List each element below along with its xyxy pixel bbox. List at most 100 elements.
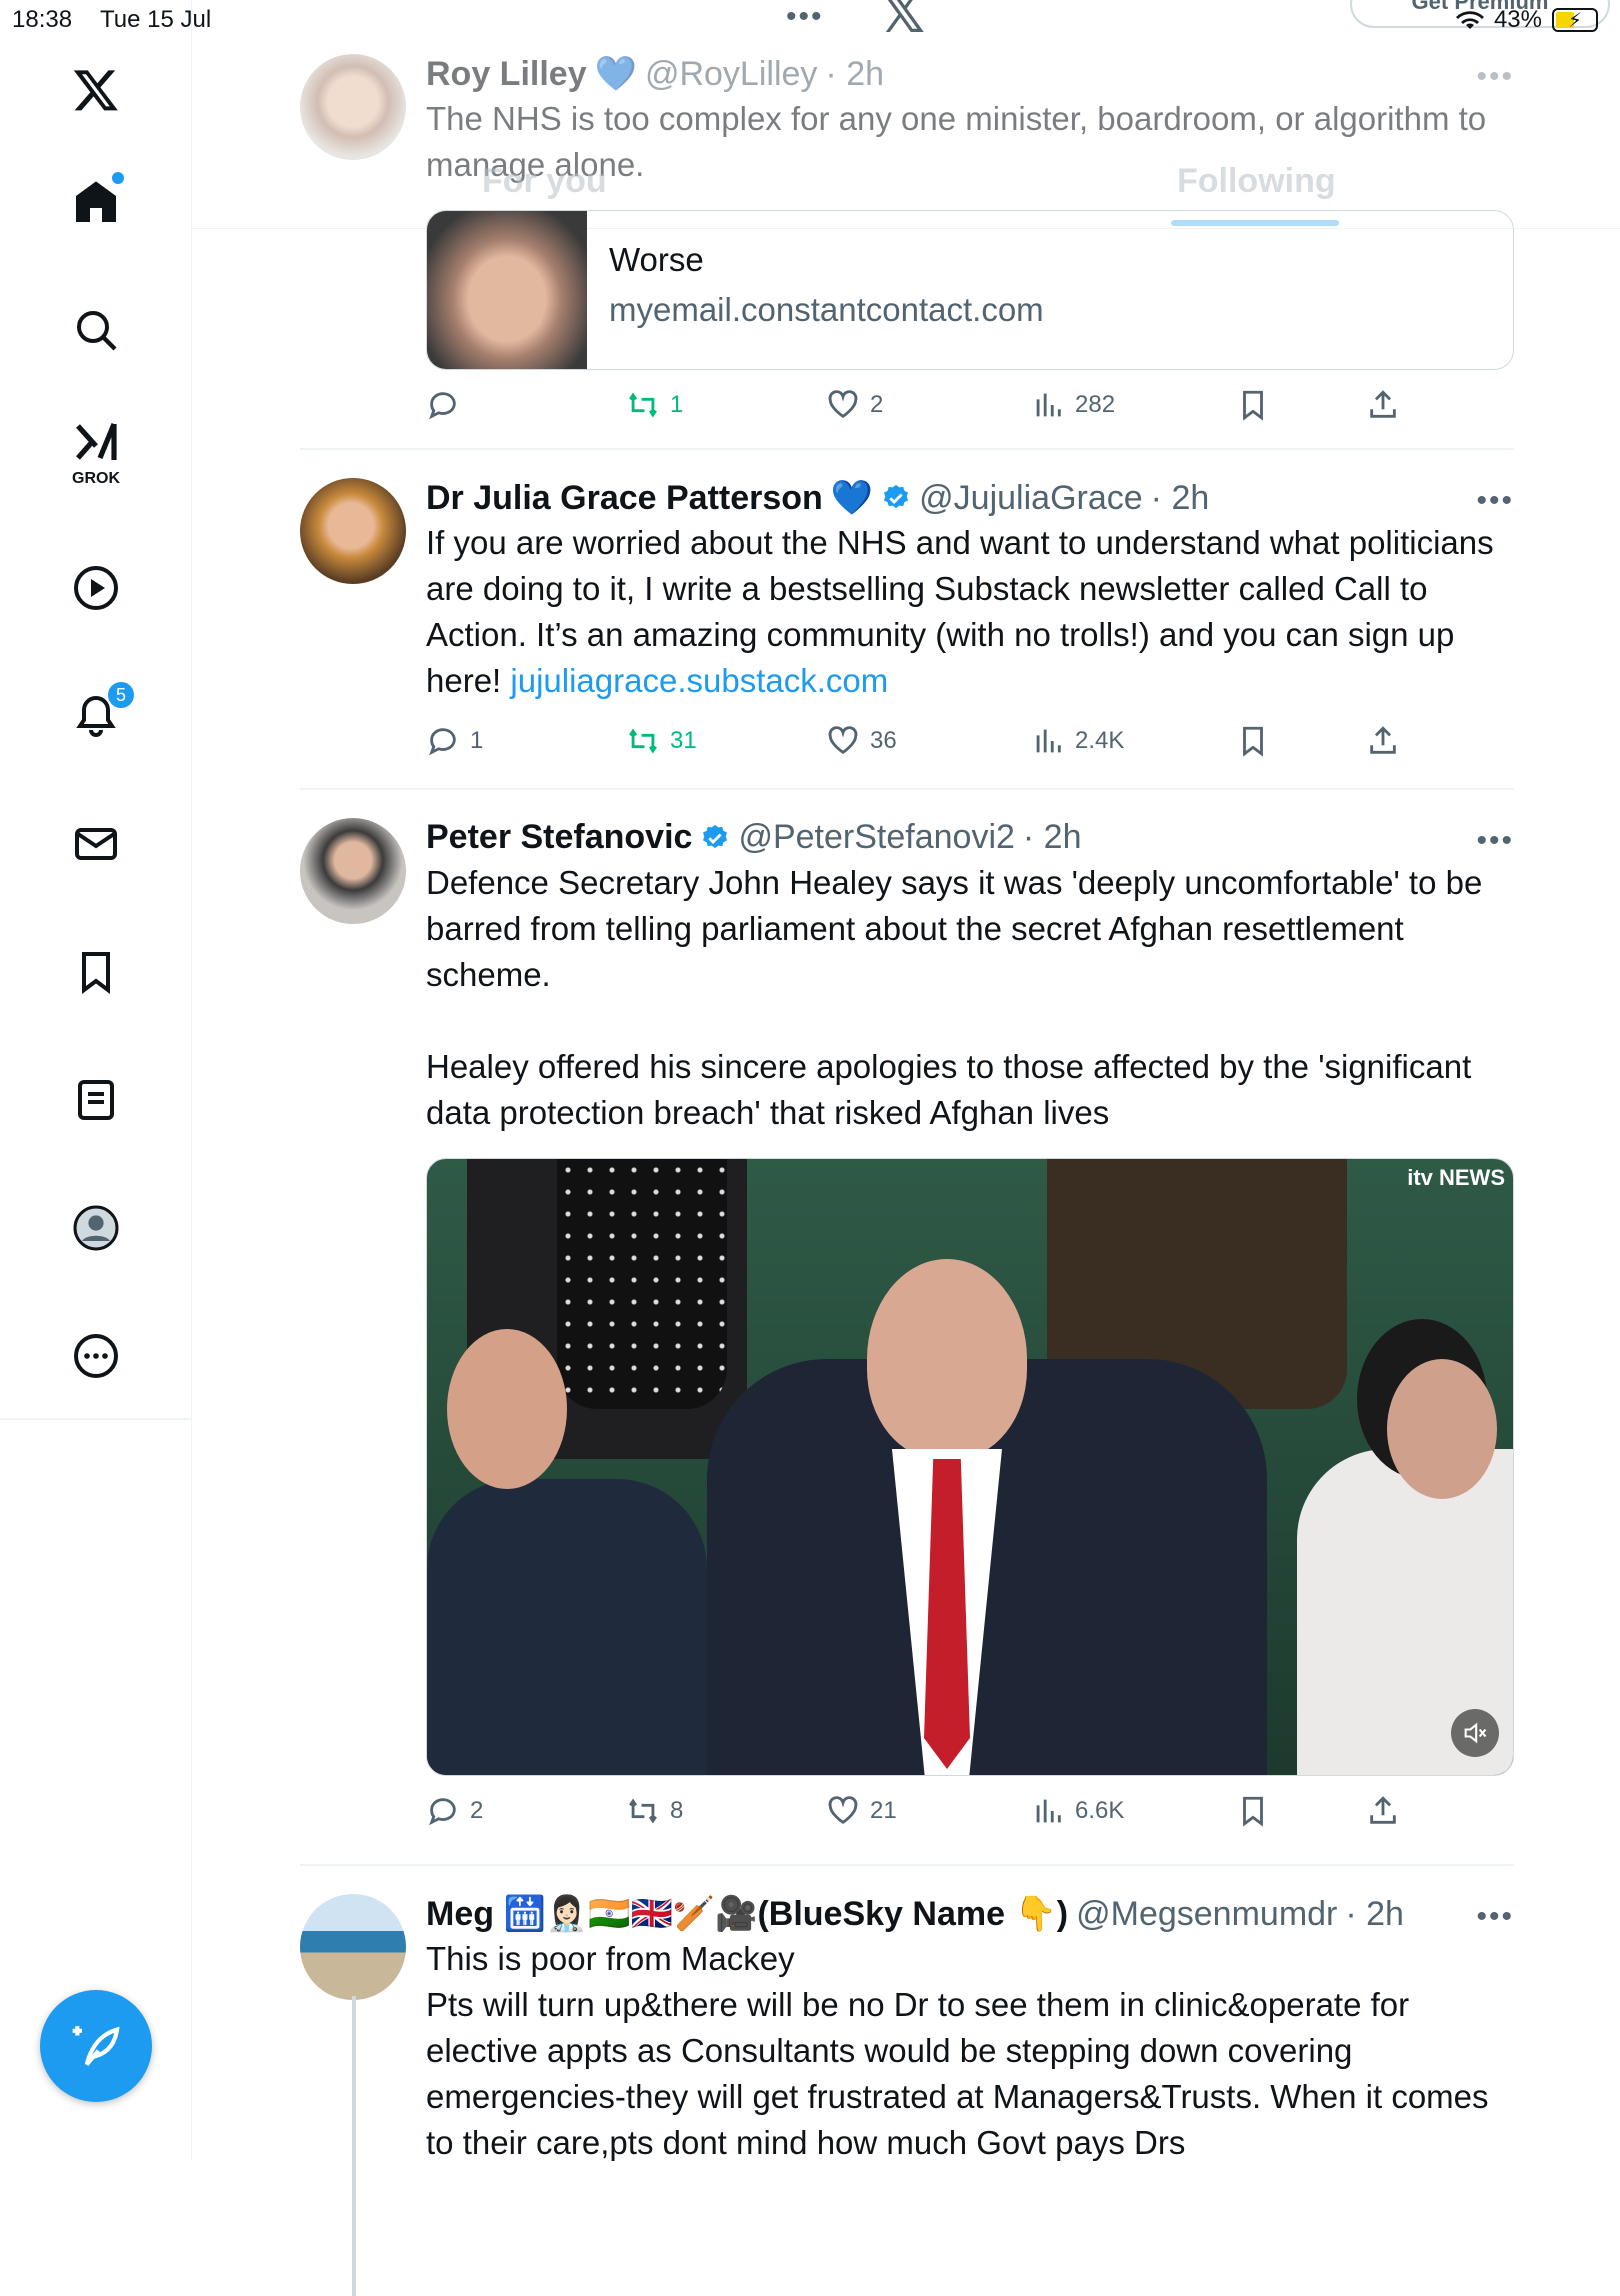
- post-time: · 2h: [1345, 1894, 1404, 1933]
- verified-icon: [884, 484, 909, 509]
- repost-icon: [629, 392, 657, 418]
- bookmark-button[interactable]: [1236, 1794, 1270, 1828]
- share-icon: [1370, 726, 1396, 754]
- views-button[interactable]: 282: [1031, 388, 1115, 422]
- wifi-icon: [1455, 11, 1484, 29]
- share-button[interactable]: [1366, 388, 1400, 422]
- post-header: Meg 🛗👩🏻‍⚕️🇮🇳🇬🇧🏏🎥(BlueSky Name 👇) @Megsen…: [426, 1894, 1404, 1934]
- sidebar-item-lists[interactable]: [48, 1060, 144, 1140]
- sidebar-item-bookmarks[interactable]: [48, 932, 144, 1012]
- active-tab-indicator: [1171, 220, 1339, 226]
- top-more-dots[interactable]: •••: [786, 0, 824, 34]
- compose-button[interactable]: [40, 1990, 152, 2102]
- avatar[interactable]: [300, 1894, 406, 2000]
- author-handle[interactable]: @RoyLilley: [645, 55, 817, 94]
- repost-icon: [629, 728, 657, 754]
- sidebar-item-grok[interactable]: GROK: [48, 412, 144, 492]
- bookmark-button[interactable]: [1236, 388, 1270, 422]
- search-icon: [77, 311, 117, 351]
- tab-following[interactable]: Following: [1177, 162, 1336, 201]
- post-actions: 1 2 282: [426, 388, 1426, 438]
- author-handle[interactable]: @Megsenmumdr: [1076, 1895, 1337, 1934]
- sidebar-item-video[interactable]: [48, 548, 144, 628]
- views-icon: [1036, 729, 1061, 753]
- post-video[interactable]: itv NEWS: [426, 1158, 1514, 1776]
- heart-badge: 💙: [830, 479, 874, 517]
- sidebar-item-more[interactable]: [48, 1316, 144, 1396]
- bookmark-button[interactable]: [1236, 724, 1270, 758]
- post-header: Roy Lilley 💙 @RoyLilley · 2h: [426, 54, 884, 94]
- link-card-image: [427, 211, 587, 369]
- grok-icon: [76, 423, 117, 460]
- like-count: 36: [870, 727, 897, 754]
- sidebar-item-messages[interactable]: [48, 804, 144, 884]
- reply-icon: [429, 1798, 456, 1826]
- avatar[interactable]: [300, 818, 406, 924]
- views-button[interactable]: 6.6K: [1031, 1794, 1124, 1828]
- views-count: 6.6K: [1075, 1797, 1125, 1824]
- share-button[interactable]: [1366, 1794, 1400, 1828]
- sidebar-item-search[interactable]: [48, 290, 144, 370]
- sidebar-item-x-logo[interactable]: [48, 50, 144, 130]
- grok-label: GROK: [72, 470, 120, 487]
- post-text: If you are worried about the NHS and wan…: [426, 520, 1514, 704]
- views-icon: [1036, 393, 1061, 417]
- repost-button[interactable]: 8: [626, 1794, 683, 1828]
- views-count: 282: [1075, 391, 1116, 418]
- like-button[interactable]: 21: [826, 1794, 897, 1828]
- post-more-button[interactable]: •••: [1476, 60, 1514, 94]
- share-button[interactable]: [1366, 724, 1400, 758]
- home-icon: [76, 181, 116, 222]
- status-time: 18:38: [12, 6, 73, 33]
- notifications-badge: 5: [106, 680, 136, 710]
- more-circle-icon: [74, 1334, 118, 1378]
- like-button[interactable]: 2: [826, 388, 883, 422]
- post-more-button[interactable]: •••: [1476, 1900, 1514, 1934]
- status-date: Tue 15 Jul: [100, 6, 212, 33]
- repost-count: 31: [670, 727, 697, 754]
- repost-button[interactable]: 1: [626, 388, 683, 422]
- post-meg[interactable]: Meg 🛗👩🏻‍⚕️🇮🇳🇬🇧🏏🎥(BlueSky Name 👇) @Megsen…: [300, 1880, 1514, 2296]
- status-right: 43% ⚡: [1455, 6, 1598, 34]
- like-count: 21: [870, 1797, 897, 1824]
- tab-for-you[interactable]: For you: [482, 162, 607, 201]
- post-roy-lilley[interactable]: Roy Lilley 💙 @RoyLilley · 2h ••• The NHS…: [300, 40, 1514, 450]
- post-separator: [300, 788, 1514, 790]
- verified-icon: [703, 824, 728, 848]
- author-name[interactable]: Meg 🛗👩🏻‍⚕️🇮🇳🇬🇧🏏🎥(BlueSky Name 👇): [426, 1894, 1068, 1934]
- author-name[interactable]: Peter Stefanovic: [426, 818, 692, 857]
- like-button[interactable]: 36: [826, 724, 897, 758]
- avatar[interactable]: [300, 478, 406, 584]
- link-card-title: Worse: [609, 241, 704, 278]
- share-icon: [1370, 390, 1396, 418]
- post-link[interactable]: jujuliagrace.substack.com: [510, 662, 888, 699]
- profile-icon: [73, 1205, 119, 1251]
- post-text: Defence Secretary John Healey says it wa…: [426, 864, 1483, 1131]
- post-peter-stefanovic[interactable]: Peter Stefanovic @PeterStefanovi2 · 2h •…: [300, 804, 1514, 1854]
- post-header: Peter Stefanovic @PeterStefanovi2 · 2h: [426, 818, 1082, 857]
- sidebar-item-notifications[interactable]: 5: [48, 676, 144, 756]
- repost-button[interactable]: 31: [626, 724, 697, 758]
- reply-button[interactable]: 1: [426, 724, 483, 758]
- author-name[interactable]: Roy Lilley: [426, 55, 587, 94]
- post-julia-patterson[interactable]: Dr Julia Grace Patterson 💙 @JujuliaGrace…: [300, 464, 1514, 784]
- sidebar-item-home[interactable]: [48, 162, 144, 242]
- sidebar: GROK 5: [0, 0, 192, 2160]
- author-handle[interactable]: @PeterStefanovi2: [738, 818, 1014, 857]
- video-right-woman-head: [1387, 1359, 1497, 1499]
- mute-button[interactable]: [1451, 1709, 1499, 1757]
- post-more-button[interactable]: •••: [1476, 824, 1514, 858]
- share-icon: [1370, 1796, 1396, 1824]
- sidebar-item-profile[interactable]: [48, 1188, 144, 1268]
- reply-button[interactable]: [426, 388, 460, 422]
- heart-icon: [828, 390, 858, 419]
- bookmark-icon: [1243, 1796, 1263, 1827]
- avatar[interactable]: [300, 54, 406, 160]
- post-more-button[interactable]: •••: [1476, 484, 1514, 518]
- author-name[interactable]: Dr Julia Grace Patterson: [426, 479, 823, 518]
- author-handle[interactable]: @JujuliaGrace: [919, 479, 1143, 518]
- reply-button[interactable]: 2: [426, 1794, 483, 1828]
- reply-count: 1: [470, 727, 484, 754]
- link-card[interactable]: Worse myemail.constantcontact.com: [426, 210, 1514, 370]
- views-button[interactable]: 2.4K: [1031, 724, 1124, 758]
